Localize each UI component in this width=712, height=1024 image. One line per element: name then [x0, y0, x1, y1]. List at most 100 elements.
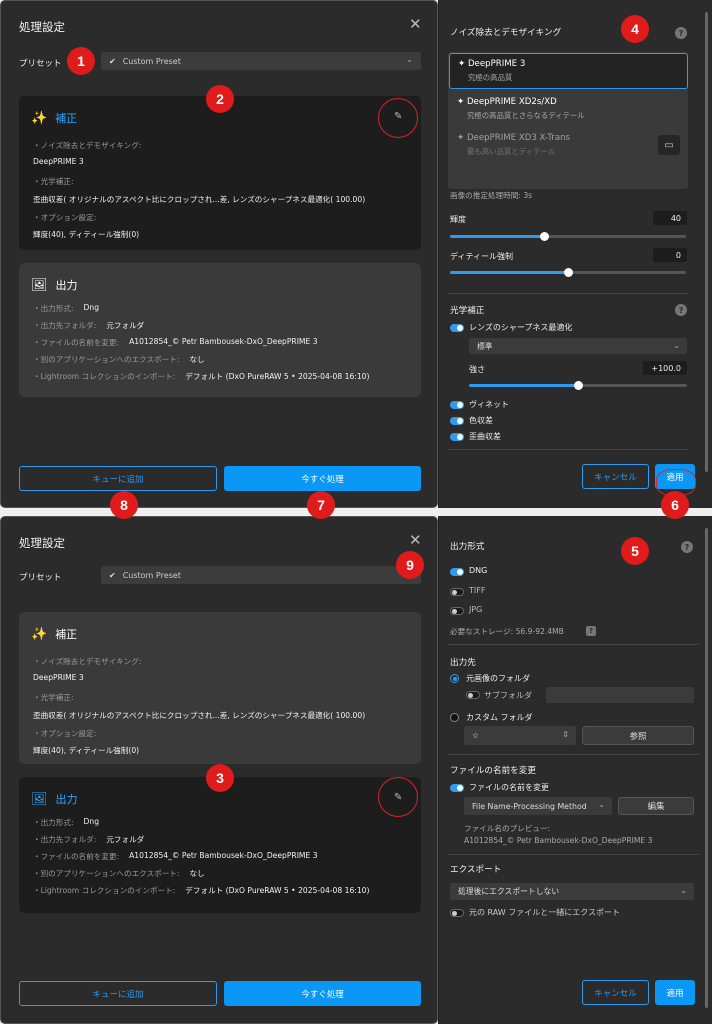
- output-card[interactable]: 🖼 出力 ・出力形式: Dng ・出力先フォルダ: 元フォルダ ・ファイルの名前を変更…: [19, 263, 421, 397]
- cancel-button[interactable]: キャンセル: [582, 980, 649, 1005]
- preset-label: プリセット: [19, 59, 62, 69]
- option-name: DeepPRIME XD3 X-Trans: [466, 133, 571, 143]
- row-value: デフォルト (DxO PureRAW 5 • 2025-04-08 16:10): [185, 886, 370, 895]
- strength-value[interactable]: +100.0: [643, 361, 687, 375]
- annotation-badge: 1: [67, 47, 95, 75]
- row-key: ・Lightroom コレクションのインポート:: [33, 372, 176, 381]
- preview-value: A1012854_© Petr Bambousek-DxO_DeepPRIME …: [464, 836, 653, 845]
- cancel-button[interactable]: キャンセル: [582, 464, 649, 489]
- help-icon[interactable]: ?: [675, 27, 687, 39]
- export-raw-toggle[interactable]: [450, 909, 464, 917]
- card-title: 補正: [55, 628, 78, 641]
- rename-title: ファイルの名前を変更: [450, 766, 536, 776]
- rename-toggle[interactable]: [450, 784, 464, 792]
- chevron-down-icon: ⌄: [680, 886, 687, 895]
- row-key: ・別のアプリケーションへのエクスポート:: [33, 355, 180, 364]
- edit-button[interactable]: 編集: [618, 797, 694, 815]
- option-deepprime3[interactable]: ✦ DeepPRIME 3 究極の高品質: [449, 53, 688, 89]
- subfolder-toggle[interactable]: [466, 691, 480, 699]
- process-now-button[interactable]: 今すぐ処理: [224, 981, 421, 1006]
- rename-method-select[interactable]: File Name-Processing Method ⌄: [464, 797, 612, 815]
- row-value: Dng: [83, 817, 100, 826]
- annotation-badge: 4: [621, 15, 649, 43]
- source-folder-radio[interactable]: [450, 674, 459, 683]
- storage-text: 必要なストレージ: 56.9-92.4MB: [450, 627, 564, 636]
- subfolder-input[interactable]: [546, 687, 694, 703]
- sparkle-icon: ✦: [457, 97, 467, 107]
- help-icon[interactable]: ?: [681, 541, 693, 553]
- sharpness-toggle[interactable]: [450, 324, 464, 332]
- tiff-toggle[interactable]: [450, 588, 464, 596]
- luminance-value[interactable]: 40: [653, 211, 687, 225]
- dng-label: DNG: [469, 566, 488, 575]
- jpg-toggle[interactable]: [450, 607, 464, 615]
- sparkle-icon: ✨: [31, 110, 48, 126]
- help-icon[interactable]: ?: [586, 626, 596, 636]
- preset-select[interactable]: ✔ Custom Preset: [101, 566, 421, 584]
- correction-card[interactable]: ✨ 補正 ・ノイズ除去とデモザイキング: DeepPRIME 3 ・光学補正: 歪…: [19, 612, 421, 764]
- sharpness-mode-select[interactable]: 標準 ⌄: [469, 338, 687, 354]
- section-title: ノイズ除去とデモザイキング: [450, 28, 562, 38]
- row-key: ・ノイズ除去とデモザイキング:: [33, 141, 142, 150]
- strength-slider[interactable]: [469, 381, 687, 390]
- add-to-queue-button[interactable]: キューに追加: [19, 466, 217, 491]
- browse-button[interactable]: 参照: [582, 726, 694, 745]
- correction-card[interactable]: ✨ 補正 ✎ ・ノイズ除去とデモザイキング: DeepPRIME 3 ・光学補正:…: [19, 96, 421, 250]
- row-key: ・オプション設定:: [33, 729, 97, 738]
- custom-folder-select[interactable]: ☆ ⇕: [464, 726, 576, 745]
- vignette-toggle[interactable]: [450, 401, 464, 409]
- highlight-ring: [378, 777, 418, 817]
- option-deepprime-xd2s[interactable]: ✦ DeepPRIME XD2s/XD 究極の高品質とさらなるディテール: [449, 92, 688, 126]
- row-key: ・出力先フォルダ:: [33, 835, 97, 844]
- export-raw-label: 元の RAW ファイルと一緒にエクスポート: [469, 908, 621, 917]
- sharpness-label: レンズのシャープネス最適化: [469, 323, 573, 332]
- destination-title: 出力先: [450, 658, 476, 668]
- option-deepprime-xd3: ✦ DeepPRIME XD3 X-Trans 最も高い品質とディテール: [449, 128, 688, 162]
- select-value: File Name-Processing Method: [472, 801, 587, 811]
- dialog-title: 処理設定: [19, 536, 65, 550]
- close-icon[interactable]: ✕: [409, 533, 422, 548]
- output-settings-panel: 出力形式 ? DNG TIFF JPG 必要なストレージ: 56.9-92.4M…: [438, 516, 712, 1024]
- preset-value: Custom Preset: [122, 56, 181, 66]
- scrollbar[interactable]: [705, 12, 708, 472]
- checkmark-icon: ✔: [109, 570, 116, 580]
- preset-value: Custom Preset: [122, 570, 181, 580]
- row-key: ・Lightroom コレクションのインポート:: [33, 886, 176, 895]
- distortion-toggle[interactable]: [450, 433, 464, 441]
- detail-label: ディティール強制: [450, 252, 513, 261]
- row-value: なし: [189, 869, 205, 878]
- checkmark-icon: ✔: [109, 56, 116, 66]
- select-value: 標準: [477, 341, 493, 351]
- detail-value[interactable]: 0: [653, 248, 687, 262]
- apply-button[interactable]: 適用: [655, 980, 695, 1005]
- row-value: Dng: [83, 303, 100, 312]
- annotation-badge: 6: [661, 491, 689, 519]
- card-title: 出力: [55, 279, 78, 292]
- strength-label: 強さ: [469, 365, 485, 374]
- comment-icon[interactable]: ▭: [658, 135, 680, 155]
- help-icon[interactable]: ?: [675, 304, 687, 316]
- output-card[interactable]: 🖼 出力 ✎ ・出力形式: Dng ・出力先フォルダ: 元フォルダ ・ファイルの名前を…: [19, 777, 421, 913]
- preset-select[interactable]: ✔ Custom Preset ⌄: [101, 52, 421, 70]
- row-value: 輝度(40), ディティール強制(0): [33, 230, 140, 239]
- annotation-badge: 8: [110, 491, 138, 519]
- process-now-button[interactable]: 今すぐ処理: [224, 466, 421, 491]
- luminance-slider[interactable]: [450, 232, 686, 241]
- export-select[interactable]: 処理後にエクスポートしない ⌄: [450, 883, 694, 900]
- noise-reduction-panel: ノイズ除去とデモザイキング ? ✦ DeepPRIME 3 究極の高品質 ✦ D…: [438, 0, 712, 508]
- add-to-queue-button[interactable]: キューに追加: [19, 981, 217, 1006]
- dng-toggle[interactable]: [450, 568, 464, 576]
- custom-folder-radio[interactable]: [450, 713, 459, 722]
- dialog-title: 処理設定: [19, 20, 65, 34]
- updown-icon: ⇕: [562, 730, 569, 739]
- star-icon: ☆: [472, 731, 479, 740]
- scrollbar[interactable]: [705, 528, 708, 1008]
- row-key: ・光学補正:: [33, 177, 74, 186]
- close-icon[interactable]: ✕: [409, 17, 422, 32]
- vignette-label: ヴィネット: [469, 400, 509, 409]
- row-value: なし: [189, 355, 205, 364]
- detail-slider[interactable]: [450, 268, 686, 277]
- row-key: ・出力先フォルダ:: [33, 321, 97, 330]
- row-key: ・光学補正:: [33, 693, 74, 702]
- chromatic-toggle[interactable]: [450, 417, 464, 425]
